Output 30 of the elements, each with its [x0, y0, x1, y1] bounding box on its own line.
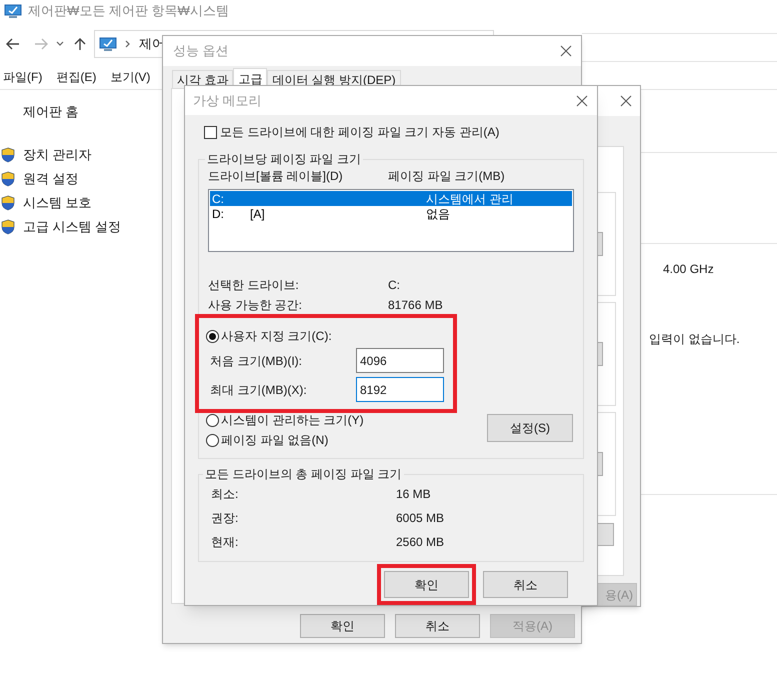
- dialog-title: 가상 메모리: [193, 92, 262, 110]
- field-value: 2560 MB: [396, 534, 446, 551]
- field-value: C:: [388, 277, 401, 294]
- list-cell-text: 없음: [426, 206, 450, 222]
- checkbox-label: 모든 드라이브에 대한 페이징 파일 크기 자동 관리(A): [220, 124, 500, 141]
- processor-speed: 4.00 GHz: [663, 261, 715, 278]
- list-cell-text: [A]: [250, 206, 266, 222]
- radio-label: 사용자 지정 크기(C):: [221, 328, 332, 345]
- column-header: 드라이브[볼륨 레이블](D): [208, 168, 344, 185]
- field-label: 처음 크기(MB)(I):: [210, 352, 303, 370]
- field-value: 81766 MB: [388, 297, 444, 314]
- list-cell-text: D:: [212, 206, 225, 222]
- window-title: 제어판₩모든 제어판 항목₩시스템: [28, 2, 229, 20]
- field-label: 권장:: [211, 510, 240, 527]
- field-label: 최소:: [211, 486, 240, 503]
- field-label: 사용 가능한 공간:: [208, 297, 304, 314]
- radio-label: 페이징 파일 없음(N): [221, 432, 328, 449]
- group-title: 모든 드라이브의 총 페이징 파일 크기: [204, 466, 403, 483]
- field-value: 6005 MB: [396, 510, 446, 527]
- field-value: 16 MB: [396, 486, 432, 503]
- list-cell-text: 시스템에서 관리: [426, 190, 514, 208]
- field-label: 선택한 드라이브:: [208, 277, 300, 294]
- group-title: 드라이브당 페이징 파일 크기: [206, 151, 362, 168]
- column-header: 페이징 파일 크기(MB): [388, 168, 505, 185]
- list-cell-text: C:: [212, 190, 225, 208]
- radio-label: 시스템이 관리하는 크기(Y): [221, 412, 364, 429]
- field-label: 현재:: [211, 534, 240, 551]
- dialog-title: 성능 옵션: [173, 42, 229, 60]
- pen-touch-status: 입력이 없습니다.: [649, 331, 741, 348]
- field-label: 최대 크기(MB)(X):: [210, 382, 308, 398]
